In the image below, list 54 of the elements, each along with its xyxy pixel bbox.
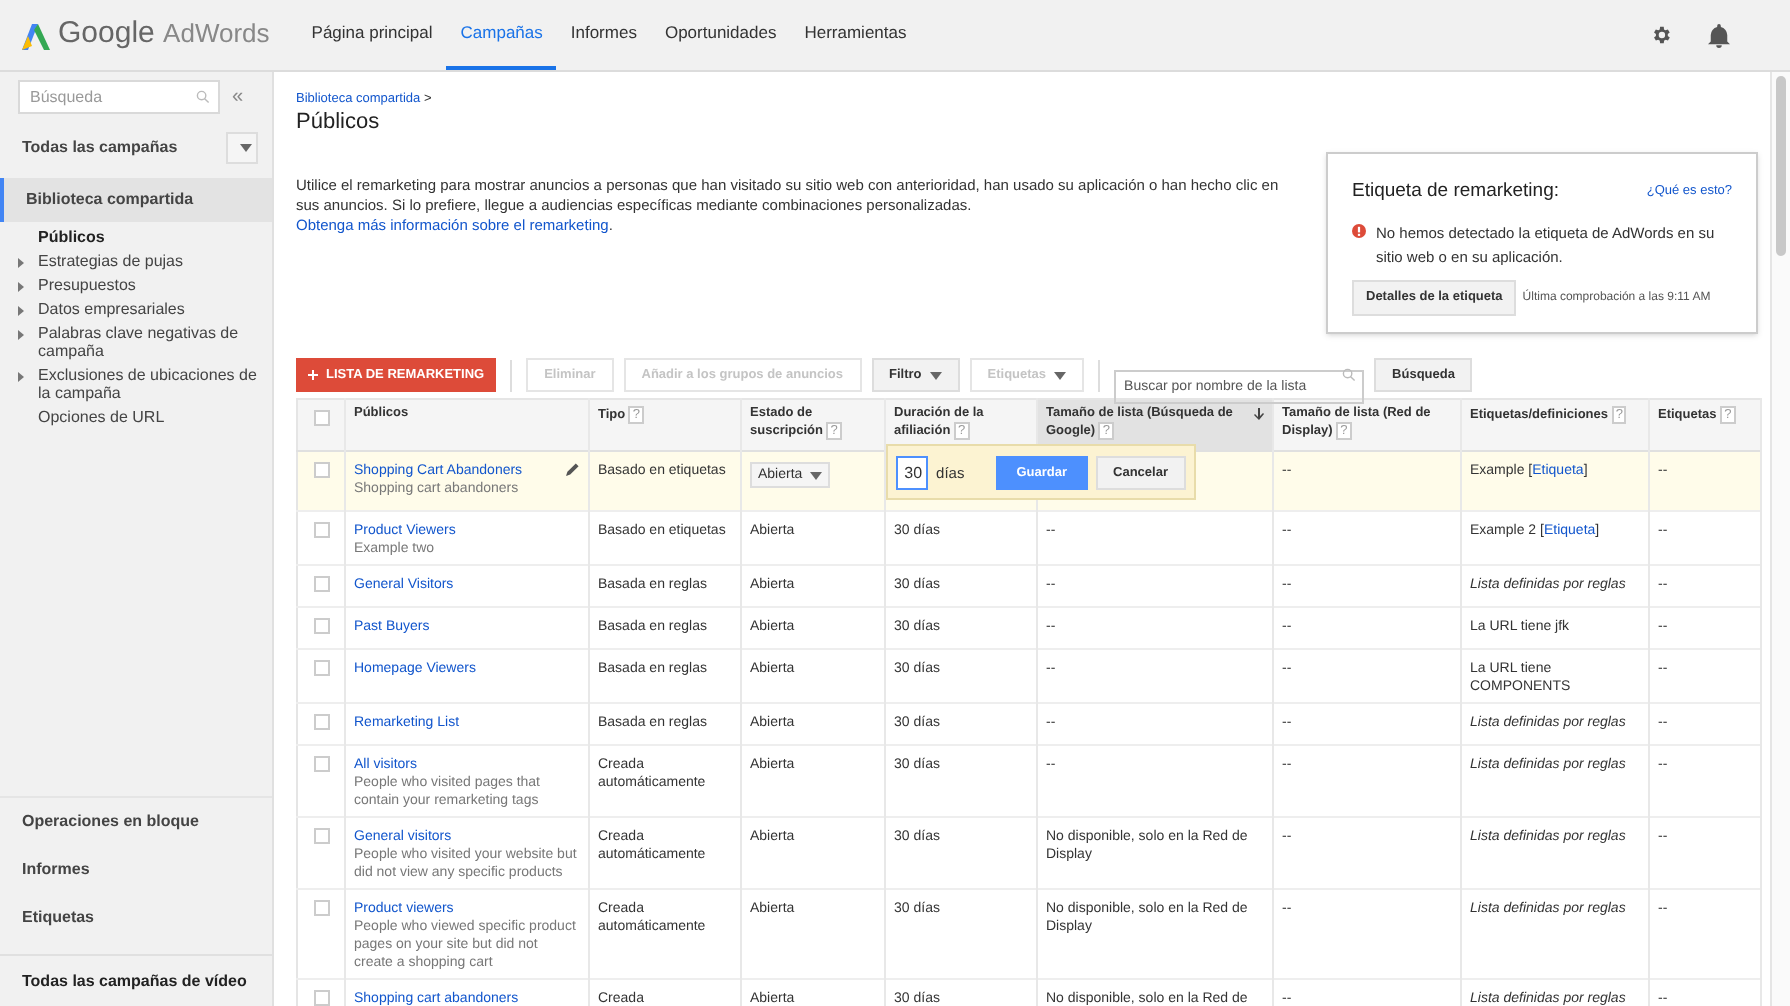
dropdown-button[interactable]	[226, 132, 258, 164]
checkbox[interactable]	[313, 756, 329, 772]
caret-icon	[929, 371, 942, 379]
sidebar-item[interactable]: Presupuestos	[38, 276, 136, 294]
sidebar-item[interactable]: Públicos	[38, 228, 105, 246]
duration-input[interactable]: 30	[896, 455, 929, 489]
caret-icon	[810, 471, 823, 479]
sidebar-link[interactable]: Informes	[0, 846, 272, 894]
search-icon	[1342, 368, 1357, 382]
bell-icon[interactable]	[1708, 23, 1730, 47]
caret-icon	[1054, 371, 1067, 379]
expand-arrow-icon[interactable]	[18, 258, 24, 268]
video-campaigns-link[interactable]: Todas las campañas de vídeo	[0, 954, 272, 1006]
search-field[interactable]: Búsqueda	[18, 80, 220, 114]
sidebar-item[interactable]: Estrategias de pujas	[38, 252, 183, 270]
settings-icon[interactable]	[1650, 24, 1672, 46]
caret-icon	[240, 144, 252, 152]
nav-tab[interactable]: Campañas	[446, 0, 557, 70]
checkbox[interactable]	[313, 462, 329, 478]
sidebar-item[interactable]: Exclusiones de ubicaciones de la campaña	[38, 366, 264, 402]
card-title: Etiqueta de remarketing:	[1352, 177, 1560, 206]
nav-tab[interactable]: Página principal	[297, 0, 447, 70]
checkbox[interactable]	[313, 522, 329, 538]
checkbox[interactable]	[313, 618, 329, 634]
nav-tab[interactable]: Informes	[556, 0, 651, 70]
checkbox[interactable]	[313, 576, 329, 592]
sidebar-item[interactable]: Palabras clave negativas de campaña	[38, 324, 264, 360]
expand-arrow-icon[interactable]	[18, 330, 24, 340]
expand-arrow-icon[interactable]	[18, 372, 24, 382]
sidebar-link[interactable]: Operaciones en bloque	[0, 798, 272, 846]
sidebar-item[interactable]: Datos empresariales	[38, 300, 185, 318]
checkbox[interactable]	[313, 660, 329, 676]
checkbox[interactable]	[313, 900, 329, 916]
scrollbar[interactable]	[1770, 72, 1790, 1006]
nav-tab[interactable]: Herramientas	[790, 0, 921, 70]
checkbox[interactable]	[313, 714, 329, 730]
sidebar-link[interactable]: Etiquetas	[0, 894, 272, 942]
checkbox[interactable]	[313, 828, 329, 844]
logo-text: Google AdWords	[58, 14, 270, 55]
search-icon	[196, 90, 210, 104]
expand-arrow-icon[interactable]	[18, 282, 24, 292]
logo-icon	[22, 21, 50, 49]
sort-arrow-icon[interactable]	[1254, 408, 1264, 420]
pencil-icon[interactable]	[566, 462, 580, 476]
checkbox[interactable]	[313, 410, 329, 426]
error-icon	[1352, 224, 1366, 238]
plus-icon	[308, 370, 318, 380]
all-campaigns-link[interactable]: Todas las campañas	[22, 136, 178, 160]
page-title: Públicos	[296, 109, 382, 136]
expand-arrow-icon[interactable]	[18, 306, 24, 316]
checkbox[interactable]	[313, 990, 329, 1006]
nav-tab[interactable]: Oportunidades	[650, 0, 791, 70]
sidebar-item[interactable]: Opciones de URL	[38, 408, 165, 426]
sidebar-section[interactable]: Biblioteca compartida	[0, 178, 272, 222]
